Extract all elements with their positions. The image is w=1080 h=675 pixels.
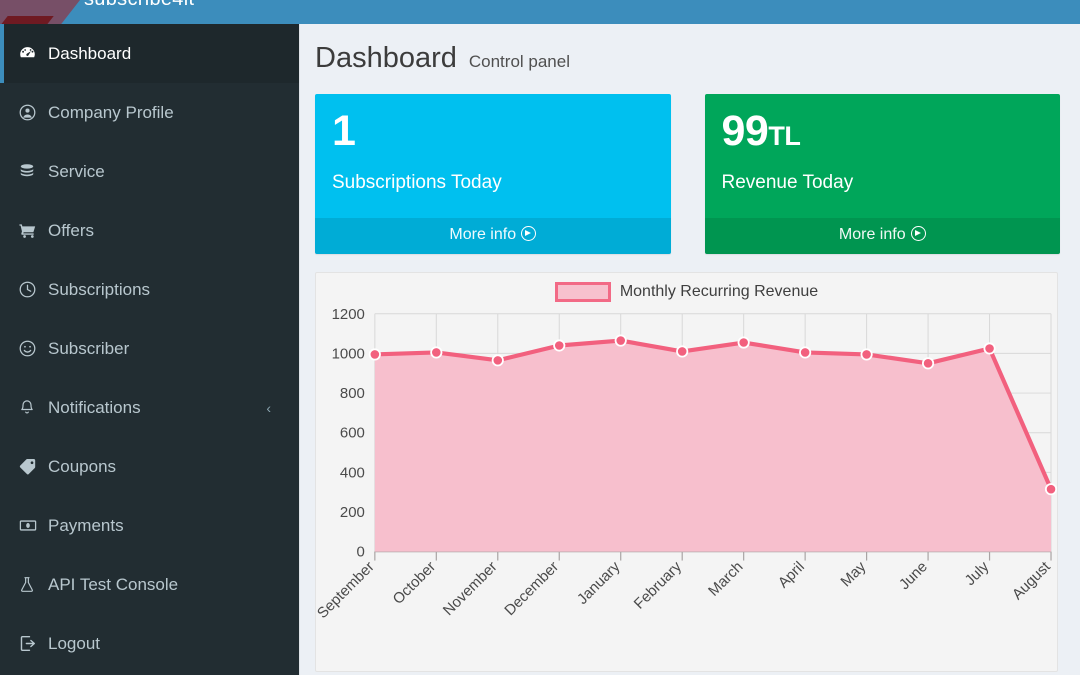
sidebar-item-notifications[interactable]: Notifications ‹	[0, 378, 299, 437]
chart-data-point	[984, 343, 994, 353]
y-axis-tick-label: 0	[357, 544, 365, 561]
brand-logo-accent-icon	[0, 16, 54, 24]
sidebar-item-subscriber[interactable]: Subscriber	[0, 319, 299, 378]
page-title: Dashboard	[315, 42, 457, 75]
chart-data-point	[431, 347, 441, 357]
chart-data-point	[677, 346, 687, 356]
sidebar-item-label: Payments	[48, 516, 124, 536]
info-box-body: 99TL Revenue Today	[705, 94, 1061, 218]
bell-icon	[18, 398, 48, 417]
chart-data-point	[493, 355, 503, 365]
sidebar-item-offers[interactable]: Offers	[0, 201, 299, 260]
sidebar-item-service[interactable]: Service	[0, 142, 299, 201]
flask-icon	[18, 575, 48, 594]
chart-data-point	[923, 358, 933, 368]
sidebar-item-label: Coupons	[48, 457, 116, 477]
sidebar-item-label: Service	[48, 162, 105, 182]
x-axis-tick-label: September	[316, 558, 378, 622]
info-box-unit: TL	[768, 121, 800, 151]
logout-icon	[18, 634, 48, 653]
sidebar-item-payments[interactable]: Payments	[0, 496, 299, 555]
x-axis-tick-label: August	[1009, 558, 1055, 603]
y-axis-tick-label: 1200	[332, 306, 365, 323]
sidebar-item-label: Dashboard	[48, 44, 131, 64]
page-header: Dashboard Control panel	[300, 24, 1080, 75]
y-axis-tick-label: 200	[340, 504, 365, 521]
x-axis-tick-label: January	[574, 558, 624, 608]
more-info-label: More info	[839, 226, 906, 243]
more-info-link-revenue[interactable]: More info	[705, 218, 1061, 254]
x-axis-tick-label: June	[896, 558, 931, 593]
sidebar-item-label: Company Profile	[48, 103, 174, 123]
sidebar-item-dashboard[interactable]: Dashboard	[0, 24, 299, 83]
more-info-label: More info	[449, 226, 516, 243]
x-axis-tick-label: April	[775, 558, 808, 591]
chart-data-point	[861, 349, 871, 359]
sidebar-item-logout[interactable]: Logout	[0, 614, 299, 673]
dashboard-icon	[18, 44, 48, 63]
x-axis-tick-label: July	[962, 558, 993, 589]
y-axis-tick-label: 400	[340, 464, 365, 481]
money-icon	[18, 516, 48, 535]
x-axis-tick-label: May	[837, 558, 869, 590]
sidebar-item-label: Offers	[48, 221, 94, 241]
y-axis-tick-label: 800	[340, 385, 365, 402]
chart-data-point	[370, 349, 380, 359]
chart-data-point	[554, 340, 564, 350]
info-box-number: 99TL	[722, 110, 1044, 153]
sidebar-item-label: Subscriptions	[48, 280, 150, 300]
sidebar-item-company-profile[interactable]: Company Profile	[0, 83, 299, 142]
more-info-link-subscriptions[interactable]: More info	[315, 218, 671, 254]
info-box-row: 1 Subscriptions Today More info 99TL Rev…	[300, 75, 1080, 254]
info-box-label: Revenue Today	[722, 172, 1044, 194]
info-box-subscriptions-today[interactable]: 1 Subscriptions Today More info	[315, 94, 671, 254]
sidebar: Dashboard Company Profile Service Offers Sub…	[0, 24, 300, 675]
page-subtitle: Control panel	[469, 52, 570, 72]
info-box-value: 1	[332, 107, 355, 155]
sidebar-item-label: Notifications	[48, 398, 141, 418]
brand-title[interactable]: subscribe4it	[84, 0, 194, 11]
cart-icon	[18, 221, 48, 240]
database-icon	[18, 162, 48, 181]
sidebar-item-label: API Test Console	[48, 575, 178, 595]
chart-data-point	[616, 335, 626, 345]
info-box-body: 1 Subscriptions Today	[315, 94, 671, 218]
chevron-left-icon[interactable]: ‹	[266, 400, 271, 416]
sidebar-item-label: Subscriber	[48, 339, 129, 359]
chart-data-point	[738, 337, 748, 347]
x-axis-tick-label: December	[501, 558, 562, 619]
sidebar-item-coupons[interactable]: Coupons	[0, 437, 299, 496]
info-box-value: 99	[722, 107, 769, 155]
smiley-icon	[18, 339, 48, 358]
x-axis-tick-label: March	[705, 558, 746, 599]
arrow-circle-right-icon	[911, 226, 926, 241]
chart-data-point	[800, 347, 810, 357]
mrr-chart-card: Monthly Recurring Revenue 02004006008001…	[315, 272, 1058, 672]
mrr-area-chart: 0 200 400 600 800 1000 1200 SeptemberOctoberNov…	[316, 273, 1057, 671]
y-axis-tick-label: 600	[340, 425, 365, 442]
y-axis-tick-label: 1000	[332, 345, 365, 362]
sidebar-item-api-test-console[interactable]: API Test Console	[0, 555, 299, 614]
dashboard-page: subscribe4it Dashboard Company Profile Ser…	[0, 0, 1080, 675]
x-axis-tick-label: February	[631, 558, 686, 613]
top-header-bar: subscribe4it	[0, 0, 1080, 24]
info-box-revenue-today[interactable]: 99TL Revenue Today More info	[705, 94, 1061, 254]
clock-icon	[18, 280, 48, 299]
chart-data-point	[1046, 484, 1056, 494]
info-box-label: Subscriptions Today	[332, 172, 654, 194]
chart-area-fill	[375, 341, 1051, 552]
main-content: Dashboard Control panel 1 Subscriptions …	[300, 24, 1080, 675]
sidebar-item-subscriptions[interactable]: Subscriptions	[0, 260, 299, 319]
info-box-number: 1	[332, 110, 654, 153]
x-axis-tick-label: October	[389, 558, 439, 608]
tag-icon	[18, 457, 48, 476]
user-circle-icon	[18, 103, 48, 122]
sidebar-item-label: Logout	[48, 634, 100, 654]
x-axis-tick-label: November	[440, 558, 501, 619]
arrow-circle-right-icon	[521, 226, 536, 241]
